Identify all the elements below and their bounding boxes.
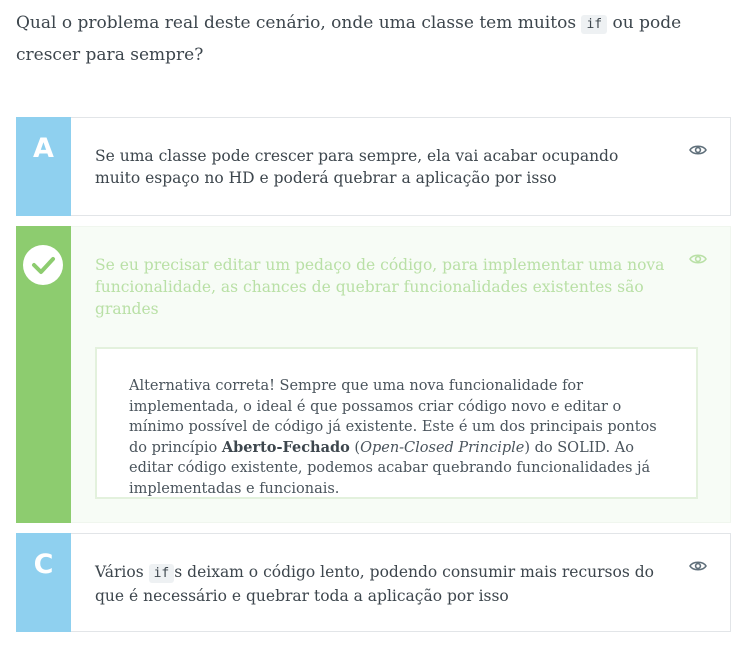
alternative-c[interactable]: C Vários if s deixam o código lento, pode… (16, 533, 731, 632)
inline-code: if (581, 15, 608, 34)
alternative-b[interactable]: Se eu precisar editar um pedaço de códig… (16, 226, 731, 523)
eye-icon[interactable] (689, 253, 707, 265)
alternative-letter: C (33, 549, 54, 580)
alternative-letter-bar (16, 226, 71, 523)
feedback-paren: ( (349, 439, 361, 456)
inline-code: if (148, 564, 175, 583)
checkmark-icon (23, 245, 63, 285)
alternative-text: Vários if s deixam o código lento, podend… (95, 561, 655, 607)
alternative-text: Se eu precisar editar um pedaço de códig… (95, 256, 665, 318)
alternative-text: Se uma classe pode crescer para sempre, … (95, 147, 619, 187)
question-text: Qual o problema real deste cenário, onde… (16, 8, 716, 71)
alternative-letter-bar: C (16, 533, 71, 632)
feedback-bold: Aberto-Fechado (221, 438, 350, 456)
feedback-box: Alternativa correta! Sempre que uma nova… (95, 347, 698, 499)
feedback-italic: Open-Closed Principle (360, 439, 525, 456)
eye-icon[interactable] (689, 560, 707, 572)
alternative-letter: A (33, 133, 54, 164)
alternative-text-start: Vários (95, 563, 144, 581)
alternative-a[interactable]: A Se uma classe pode crescer para sempre… (16, 117, 731, 216)
alternative-letter-bar: A (16, 117, 71, 216)
eye-icon[interactable] (689, 144, 707, 156)
question-part1: Qual o problema real deste cenário, onde… (16, 13, 577, 33)
alternative-text-end: s deixam o código lento, podendo consumi… (95, 563, 654, 605)
